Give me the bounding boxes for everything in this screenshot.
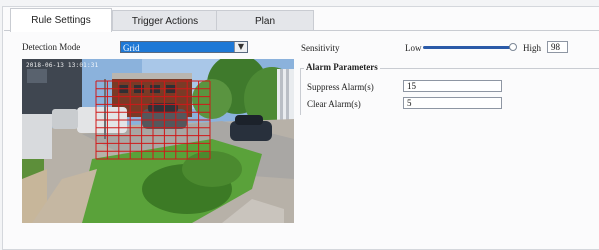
sensitivity-high-label: High (523, 43, 541, 53)
detection-mode-value: Grid (123, 43, 140, 53)
video-preview[interactable]: 2018-06-13 13:01:31 (22, 59, 294, 223)
clear-alarm-label: Clear Alarm(s) (307, 99, 361, 109)
sensitivity-slider[interactable] (423, 46, 515, 49)
sensitivity-value-input[interactable]: 98 (547, 41, 568, 53)
timestamp-overlay: 2018-06-13 13:01:31 (26, 62, 99, 69)
clear-alarm-input[interactable]: 5 (403, 97, 502, 109)
tab-plan[interactable]: Plan (216, 10, 314, 31)
tab-rule-settings[interactable]: Rule Settings (10, 8, 112, 32)
camera-scene (22, 59, 294, 223)
suppress-alarm-input[interactable]: 15 (403, 80, 502, 92)
alarm-parameters-title: Alarm Parameters (304, 62, 380, 72)
chevron-down-icon[interactable]: ▼ (234, 42, 247, 52)
detection-mode-label: Detection Mode (22, 42, 81, 52)
suppress-alarm-label: Suppress Alarm(s) (307, 82, 374, 92)
sensitivity-low-label: Low (405, 43, 422, 53)
detection-mode-select[interactable]: Grid ▼ (120, 41, 248, 53)
tab-bar: Rule Settings Trigger Actions Plan (4, 6, 599, 32)
tab-trigger-actions[interactable]: Trigger Actions (112, 10, 218, 31)
sensitivity-label: Sensitivity (301, 43, 340, 53)
